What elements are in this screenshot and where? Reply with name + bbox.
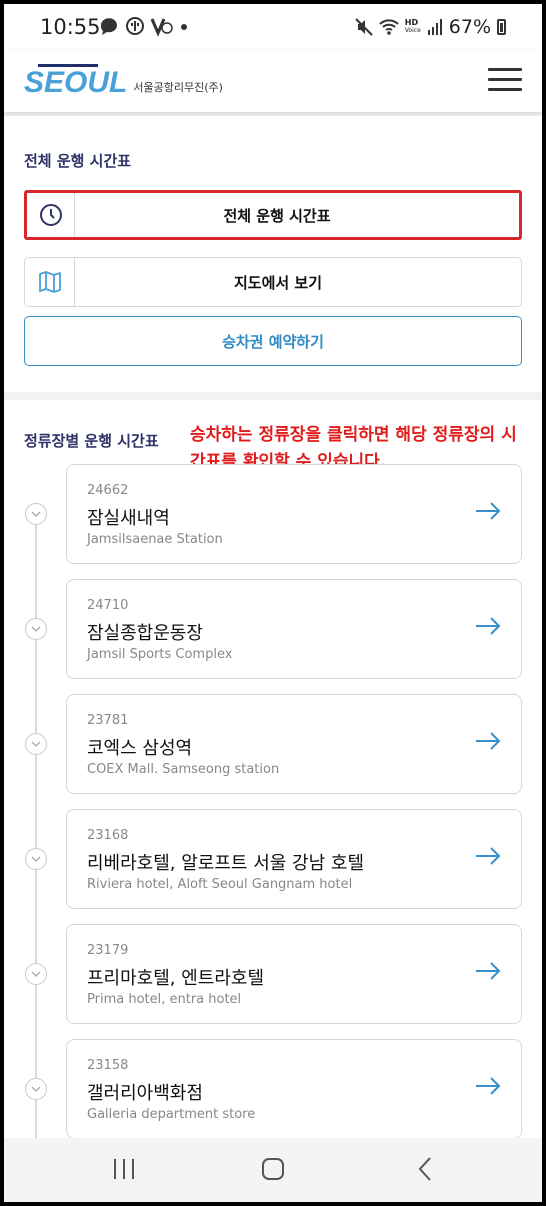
timeline-node bbox=[25, 1078, 47, 1100]
timeline-node bbox=[25, 733, 47, 755]
timeline-line bbox=[35, 512, 37, 1152]
full-schedule-button[interactable]: 전체 운행 시간표 bbox=[24, 190, 522, 240]
chat-bubble-icon bbox=[100, 18, 117, 35]
menu-line bbox=[488, 78, 522, 81]
menu-line bbox=[488, 68, 522, 71]
stop-card[interactable]: 24662 잠실새내역 Jamsilsaenae Station bbox=[66, 464, 522, 564]
arrow-right-icon bbox=[476, 502, 501, 520]
timeline-node bbox=[25, 618, 47, 640]
map-icon bbox=[25, 258, 75, 306]
stop-name: 코엑스 삼성역 bbox=[87, 738, 193, 759]
stop-code: 23168 bbox=[87, 828, 129, 843]
stop-name-en: Jamsilsaenae Station bbox=[87, 532, 223, 547]
stop-name: 잠실새내역 bbox=[87, 508, 170, 529]
app-screen: 10:55 HD Voice 67% SEOUL 서울공항리무진(주) 전체 운… bbox=[4, 4, 542, 1202]
signal-icon bbox=[427, 19, 442, 35]
chevron-down-icon bbox=[31, 1086, 41, 1092]
arrow-right-icon bbox=[476, 617, 501, 635]
v3-icon bbox=[150, 18, 173, 36]
stops-section-title: 정류장별 운행 시간표 bbox=[24, 432, 159, 450]
timeline-node bbox=[25, 503, 47, 525]
stops-section: 정류장별 운행 시간표 승차하는 정류장을 클릭하면 해당 정류장의 시간표를 … bbox=[4, 400, 542, 1152]
stop-name: 갤러리아백화점 bbox=[87, 1083, 203, 1104]
chevron-down-icon bbox=[31, 626, 41, 632]
app-header: SEOUL 서울공항리무진(주) bbox=[4, 50, 542, 112]
hd-voice-icon: HD Voice bbox=[405, 19, 421, 35]
stop-name-en: Jamsil Sports Complex bbox=[87, 647, 233, 662]
full-schedule-label: 전체 운행 시간표 bbox=[223, 206, 331, 225]
map-view-button[interactable]: 지도에서 보기 bbox=[24, 257, 522, 307]
mute-icon bbox=[355, 18, 373, 36]
stop-card[interactable]: 23158 갤러리아백화점 Galleria department store bbox=[66, 1039, 522, 1139]
schedule-section-title: 전체 운행 시간표 bbox=[24, 152, 132, 170]
stop-name: 리베라호텔, 알로프트 서울 강남 호텔 bbox=[87, 853, 365, 874]
stop-code: 24662 bbox=[87, 483, 129, 498]
system-icons: HD Voice 67% bbox=[355, 16, 506, 38]
battery-percent: 67% bbox=[448, 16, 491, 38]
reserve-ticket-button[interactable]: 승차권 예약하기 bbox=[24, 316, 522, 366]
stop-name-en: Riviera hotel, Aloft Seoul Gangnam hotel bbox=[87, 877, 353, 892]
chevron-down-icon bbox=[31, 856, 41, 862]
app-notification-icon bbox=[126, 17, 144, 35]
stop-code: 23781 bbox=[87, 713, 129, 728]
stop-name: 프리마호텔, 엔트라호텔 bbox=[87, 968, 265, 989]
home-icon[interactable] bbox=[260, 1156, 286, 1182]
arrow-right-icon bbox=[476, 962, 501, 980]
hd-label: HD bbox=[404, 18, 419, 27]
recent-apps-icon[interactable] bbox=[112, 1156, 136, 1182]
timeline-node bbox=[25, 963, 47, 985]
navigation-bar bbox=[4, 1138, 542, 1202]
voice-label: Voice bbox=[404, 27, 421, 34]
stop-name-en: Galleria department store bbox=[87, 1107, 256, 1122]
logo-subtitle: 서울공항리무진(주) bbox=[133, 81, 223, 94]
timeline-node bbox=[25, 848, 47, 870]
arrow-right-icon bbox=[476, 847, 501, 865]
notification-icons bbox=[98, 16, 189, 36]
dot-icon bbox=[181, 24, 187, 30]
status-time: 10:55 bbox=[40, 15, 101, 39]
stop-card[interactable]: 23168 리베라호텔, 알로프트 서울 강남 호텔 Riviera hotel, … bbox=[66, 809, 522, 909]
chevron-down-icon bbox=[31, 971, 41, 977]
stop-name-en: COEX Mall. Samseong station bbox=[87, 762, 280, 777]
chevron-down-icon bbox=[31, 741, 41, 747]
arrow-right-icon bbox=[476, 732, 501, 750]
stop-name-en: Prima hotel, entra hotel bbox=[87, 992, 242, 1007]
menu-icon[interactable] bbox=[488, 68, 522, 92]
stop-name: 잠실종합운동장 bbox=[87, 623, 203, 644]
arrow-right-icon bbox=[476, 1077, 501, 1095]
schedule-section: 전체 운행 시간표 전체 운행 시간표 지도에서 보기 승차권 예약하기 bbox=[4, 116, 542, 392]
stop-code: 23179 bbox=[87, 943, 129, 958]
logo-text: SEOUL bbox=[24, 64, 128, 99]
stop-card[interactable]: 23781 코엑스 삼성역 COEX Mall. Samseong station bbox=[66, 694, 522, 794]
clock-icon bbox=[27, 193, 75, 237]
logo[interactable]: SEOUL 서울공항리무진(주) bbox=[24, 62, 223, 98]
chevron-down-icon bbox=[31, 511, 41, 517]
stop-code: 24710 bbox=[87, 598, 129, 613]
battery-icon bbox=[497, 19, 506, 35]
status-bar: 10:55 HD Voice 67% bbox=[4, 4, 542, 50]
back-icon[interactable] bbox=[416, 1156, 434, 1182]
wifi-icon bbox=[379, 19, 399, 35]
map-view-label: 지도에서 보기 bbox=[233, 273, 323, 292]
stop-card[interactable]: 23179 프리마호텔, 엔트라호텔 Prima hotel, entra hote… bbox=[66, 924, 522, 1024]
stop-code: 23158 bbox=[87, 1058, 129, 1073]
stop-card[interactable]: 24710 잠실종합운동장 Jamsil Sports Complex bbox=[66, 579, 522, 679]
menu-line bbox=[488, 88, 522, 91]
